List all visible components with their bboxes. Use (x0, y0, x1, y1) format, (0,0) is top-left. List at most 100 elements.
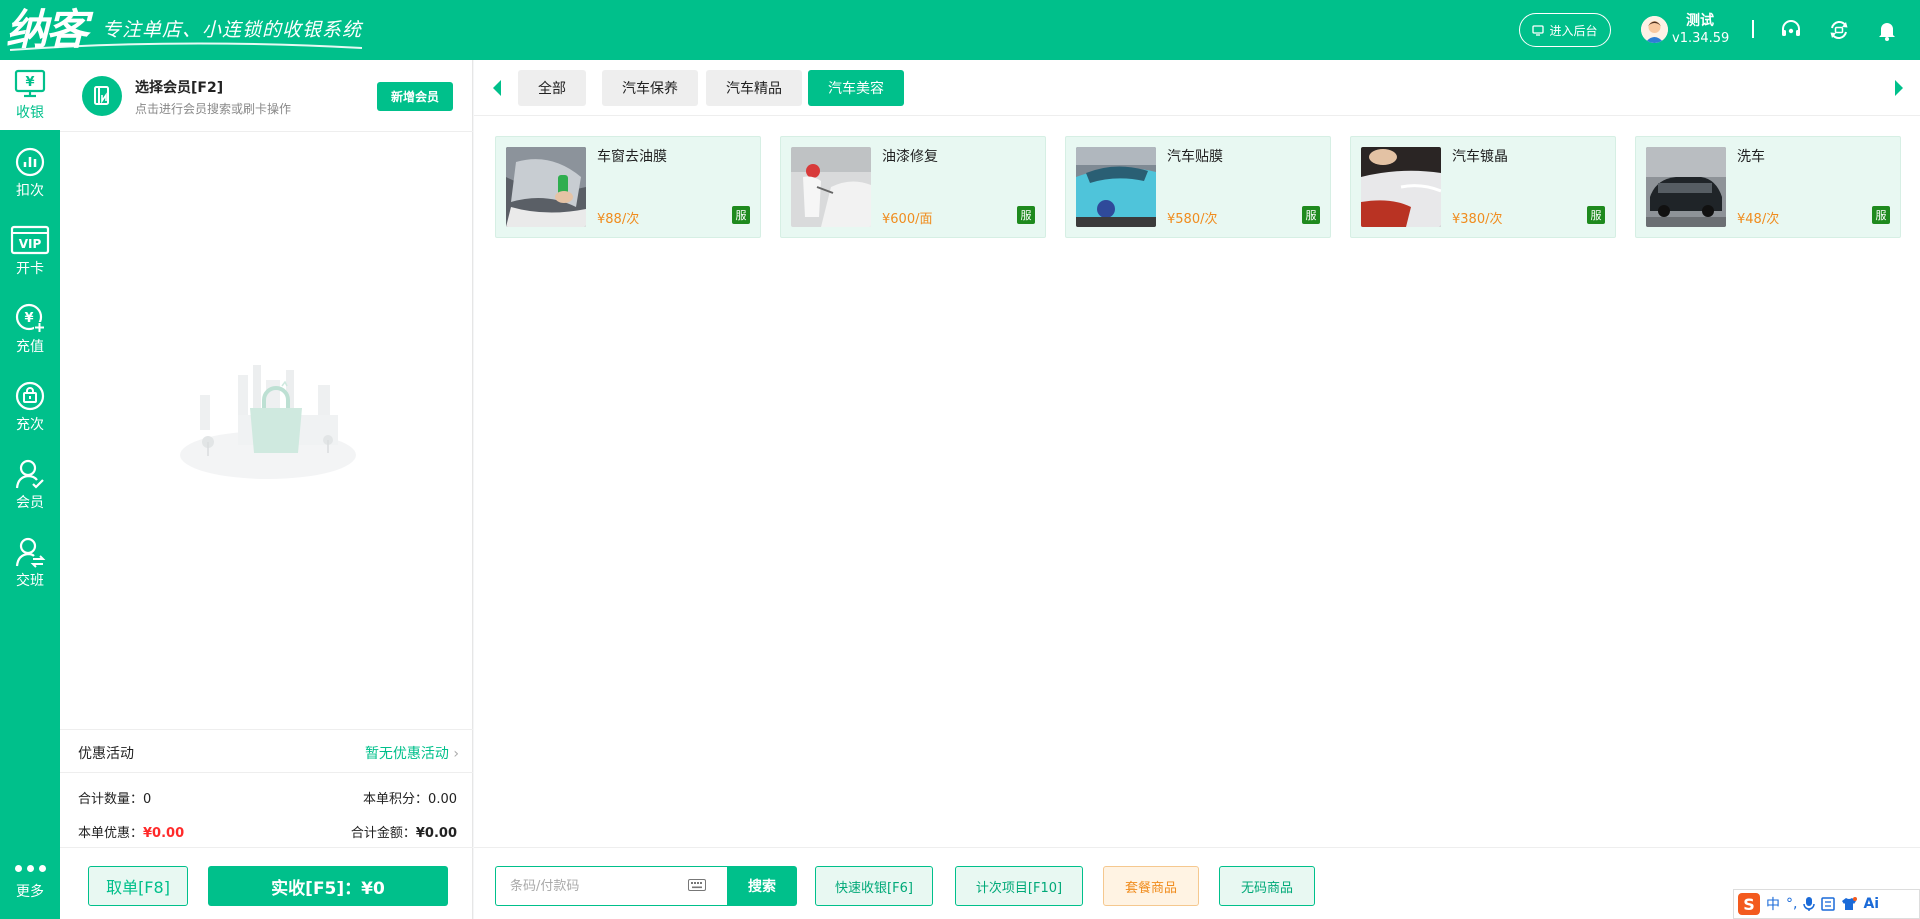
user-name: 测试 (1686, 13, 1714, 29)
promotion-value: 暂无优惠活动 (364, 746, 449, 762)
quick-checkout-button[interactable]: 快速收银[F6] (815, 866, 933, 906)
svg-text:¥: ¥ (25, 75, 34, 90)
app-version: v1.34.59 (1672, 31, 1730, 46)
no-barcode-goods-button[interactable]: 无码商品 (1219, 866, 1315, 906)
keyboard-icon[interactable] (688, 879, 706, 891)
skin-shirt-icon[interactable] (1841, 897, 1858, 911)
nav-item-shift[interactable]: 交班 (0, 528, 60, 598)
tab-car-accessories[interactable]: 汽车精品 (706, 70, 802, 106)
member-icon (15, 459, 44, 489)
ime-language[interactable]: 中 (1766, 894, 1780, 914)
product-name: 洗车 (1737, 149, 1765, 165)
package-goods-button[interactable]: 套餐商品 (1103, 866, 1199, 906)
member-select-icon[interactable] (82, 76, 122, 116)
sync-icon[interactable] (1827, 18, 1851, 42)
total-quantity-value: 0 (143, 792, 152, 807)
order-total-label: 合计金额： (350, 826, 416, 841)
nav-item-cashier[interactable]: ¥ 收银 (0, 60, 60, 130)
search-button[interactable]: 搜索 (727, 866, 797, 906)
punctuation-icon[interactable]: °, (1786, 896, 1797, 912)
order-total: 合计金额：¥0.00 (351, 822, 457, 841)
headset-icon[interactable] (1779, 18, 1803, 42)
nav-label-deduct: 扣次 (16, 183, 44, 199)
product-card[interactable]: 洗车 ¥48/次 服 (1635, 136, 1901, 238)
product-card[interactable]: 车窗去油膜 ¥88/次 服 (495, 136, 761, 238)
tabs-scroll-left-icon[interactable] (493, 80, 501, 96)
product-image-car-wrap (1076, 147, 1156, 227)
member-selector: 选择会员[F2] 点击进行会员搜索或刷卡操作 新增会员 (60, 60, 473, 132)
order-panel: 选择会员[F2] 点击进行会员搜索或刷卡操作 新增会员 优惠活动 暂无优惠活动 … (60, 60, 473, 919)
product-image-window-film (506, 147, 586, 227)
bag-icon (15, 381, 45, 411)
app-slogan: 专注单店、小连锁的收银系统 (102, 19, 363, 41)
product-name: 油漆修复 (882, 149, 938, 165)
order-points-label: 本单积分： (363, 792, 429, 807)
service-badge: 服 (1017, 206, 1035, 224)
product-name: 车窗去油膜 (597, 149, 667, 165)
ime-ai-label[interactable]: Ai (1863, 896, 1879, 912)
order-summary: 合计数量：0 本单积分：0.00 本单优惠：¥0.00 合计金额：¥0.00 (60, 773, 473, 847)
product-card[interactable]: 油漆修复 ¥600/面 服 (780, 136, 1046, 238)
add-member-button[interactable]: 新增会员 (377, 82, 453, 111)
product-price: ¥88/次 (597, 212, 640, 227)
ime-toolbar[interactable]: S 中 °, Ai (1733, 889, 1920, 919)
enter-backend-button[interactable]: 进入后台 (1519, 13, 1611, 47)
product-image-car-wash (1646, 147, 1726, 227)
chart-icon (15, 147, 45, 177)
nav-label-shift: 交班 (16, 573, 44, 589)
sogou-ime-logo: S (1738, 893, 1760, 915)
promotion-row: 优惠活动 暂无优惠活动 › (60, 729, 473, 773)
nav-item-more[interactable]: 更多 (0, 839, 60, 919)
recharge-icon: ¥ (15, 303, 45, 333)
top-header: 纳客 专注单店、小连锁的收银系统 进入后台 测试 v1.34.59 (0, 0, 1920, 60)
svg-text:¥: ¥ (24, 311, 33, 326)
service-badge: 服 (1587, 206, 1605, 224)
nav-item-recharge[interactable]: ¥ 充值 (0, 294, 60, 364)
header-divider (1752, 20, 1754, 38)
nav-item-recharge-times[interactable]: 充次 (0, 372, 60, 442)
chevron-right-icon: › (453, 746, 459, 762)
service-badge: 服 (732, 206, 750, 224)
tab-all[interactable]: 全部 (518, 70, 586, 106)
order-discount-label: 本单优惠： (78, 826, 144, 841)
bell-icon[interactable] (1875, 18, 1899, 42)
nav-item-open-card[interactable]: VIP 开卡 (0, 216, 60, 286)
member-card-icon (94, 86, 109, 105)
nav-item-deduct[interactable]: 扣次 (0, 138, 60, 208)
checkout-pay-button[interactable]: 实收[F5]：¥0 (208, 866, 448, 906)
product-image-paint-repair (791, 147, 871, 227)
nav-label-open-card: 开卡 (16, 261, 44, 277)
shift-icon (15, 537, 46, 568)
user-avatar[interactable] (1641, 16, 1668, 43)
tabs-scroll-right-icon[interactable] (1895, 80, 1903, 96)
product-name: 汽车镀晶 (1452, 149, 1508, 165)
left-navigation: ¥ 收银 扣次 VIP 开卡 ¥ 充值 充次 会员 交班 更多 (0, 60, 60, 919)
vip-card-icon: VIP (10, 225, 50, 255)
nav-label-more: 更多 (16, 884, 44, 900)
nav-label-cashier: 收银 (16, 105, 44, 121)
monitor-icon (1532, 24, 1545, 36)
nav-label-member: 会员 (16, 495, 44, 511)
svg-text:VIP: VIP (19, 237, 42, 251)
search-action-bar: 搜索 快速收银[F6] 计次项目[F10] 套餐商品 无码商品 (474, 847, 1920, 919)
take-order-button[interactable]: 取单[F8] (88, 866, 188, 906)
member-hint: 点击进行会员搜索或刷卡操作 (135, 102, 292, 116)
ime-keyboard-icon[interactable] (1821, 897, 1836, 911)
avatar-image (1641, 16, 1668, 43)
nav-label-recharge: 充值 (16, 339, 44, 355)
tab-car-maintenance[interactable]: 汽车保养 (602, 70, 698, 106)
member-title[interactable]: 选择会员[F2] (135, 77, 223, 97)
count-item-button[interactable]: 计次项目[F10] (955, 866, 1083, 906)
order-points-value: 0.00 (428, 792, 457, 807)
promotion-label: 优惠活动 (78, 746, 134, 762)
product-card[interactable]: 汽车镀晶 ¥380/次 服 (1350, 136, 1616, 238)
nav-item-member[interactable]: 会员 (0, 450, 60, 520)
promotion-link[interactable]: 暂无优惠活动 › (365, 743, 459, 763)
tab-car-beauty[interactable]: 汽车美容 (808, 70, 904, 106)
product-card[interactable]: 汽车贴膜 ¥580/次 服 (1065, 136, 1331, 238)
product-area: 全部 汽车保养 汽车精品 汽车美容 车窗去油膜 ¥88/次 服 油漆修复 ¥60… (474, 60, 1920, 919)
product-price: ¥48/次 (1737, 212, 1780, 227)
nav-label-recharge-times: 充次 (16, 417, 44, 433)
enter-backend-label: 进入后台 (1549, 23, 1598, 38)
microphone-icon[interactable] (1803, 896, 1816, 912)
